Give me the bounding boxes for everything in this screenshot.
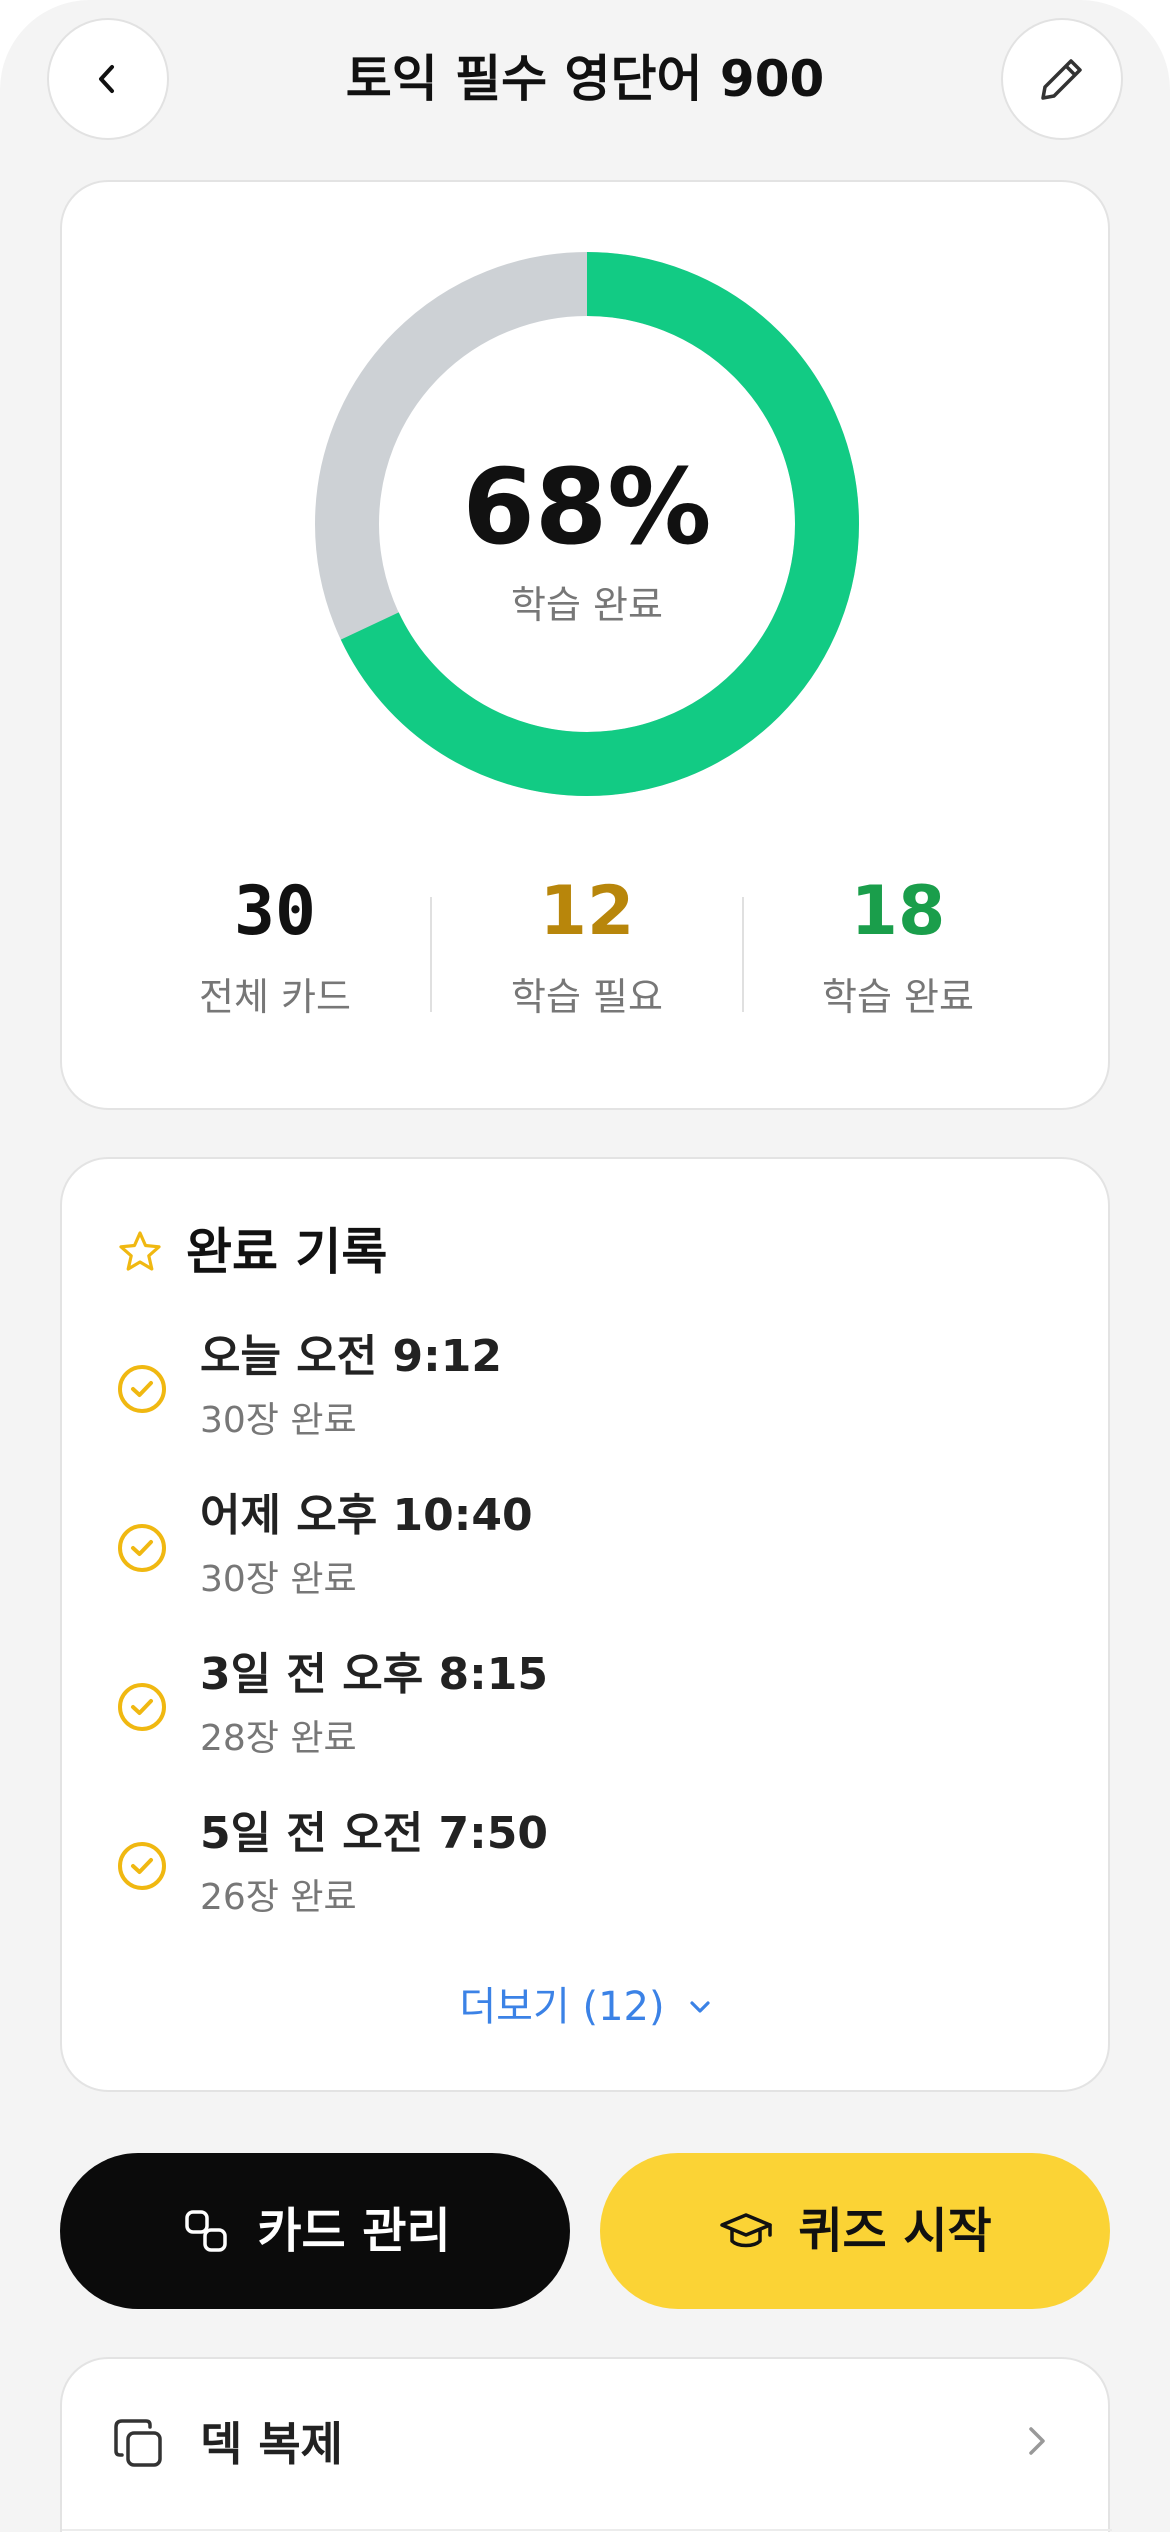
history-entry-count: 26장 완료	[200, 1877, 357, 1918]
check-circle-icon	[116, 1840, 168, 1896]
history-entry-count: 30장 완료	[200, 1559, 357, 1600]
screen: 토익 필수 영단어 900 68% 학습 완료 30 전체 카드 12 학습 필…	[0, 0, 1170, 2532]
history-entry-count: 30장 완료	[200, 1400, 357, 1441]
start-quiz-label: 퀴즈 시작	[798, 2203, 992, 2259]
copy-icon	[110, 2415, 168, 2473]
stat-total: 30 전체 카드	[145, 872, 405, 1022]
cards-link-icon	[179, 2204, 233, 2258]
history-entry-time: 어제 오후 10:40	[200, 1490, 533, 1541]
duplicate-deck-item[interactable]: 덱 복제	[62, 2359, 1112, 2529]
progress-card: 68% 학습 완료 30 전체 카드 12 학습 필요 18 학습 완료	[60, 180, 1110, 1110]
check-circle-icon	[116, 1363, 168, 1419]
history-entry-time: 오늘 오전 9:12	[200, 1331, 502, 1382]
history-entry-time: 3일 전 오후 8:15	[200, 1649, 548, 1700]
show-more-label: 더보기 (12)	[459, 1984, 665, 2030]
stat-completed-label: 학습 완료	[822, 975, 974, 1019]
stat-needs-study: 12 학습 필요	[457, 872, 717, 1022]
graduation-cap-icon	[718, 2203, 774, 2259]
back-button[interactable]	[47, 18, 169, 140]
chevron-down-icon	[685, 1992, 715, 2022]
progress-percent: 68%	[462, 446, 712, 568]
manage-cards-button[interactable]: 카드 관리	[60, 2153, 570, 2309]
deck-menu-card: 덱 복제	[60, 2357, 1112, 2532]
show-more-button[interactable]: 더보기 (12)	[62, 1979, 1112, 2035]
star-icon	[116, 1228, 164, 1276]
start-quiz-button[interactable]: 퀴즈 시작	[600, 2153, 1110, 2309]
history-title: 완료 기록	[186, 1223, 388, 1281]
progress-label: 학습 완료	[511, 583, 663, 627]
stat-completed: 18 학습 완료	[768, 872, 1028, 1022]
stat-completed-value: 18	[850, 872, 946, 951]
history-entry-time: 5일 전 오전 7:50	[200, 1808, 548, 1859]
history-header: 완료 기록	[116, 1217, 387, 1287]
page-title: 토익 필수 영단어 900	[345, 50, 825, 108]
edit-button[interactable]	[1001, 18, 1123, 140]
history-entry: 5일 전 오전 7:50 26장 완료	[116, 1804, 1016, 1954]
stat-needs-study-value: 12	[539, 872, 635, 951]
manage-cards-label: 카드 관리	[257, 2203, 451, 2259]
stat-needs-study-label: 학습 필요	[511, 975, 663, 1019]
history-entry: 오늘 오전 9:12 30장 완료	[116, 1327, 1016, 1477]
duplicate-deck-label: 덱 복제	[200, 2417, 343, 2471]
check-circle-icon	[116, 1681, 168, 1737]
stat-total-label: 전체 카드	[199, 975, 351, 1019]
completion-history-card: 완료 기록 오늘 오전 9:12 30장 완료 어제 오후 10:40 30장 …	[60, 1157, 1110, 2092]
pencil-icon	[1034, 51, 1090, 107]
divider	[430, 897, 432, 1012]
stat-total-value: 30	[234, 872, 316, 951]
chevron-left-icon	[88, 59, 128, 99]
history-entry: 어제 오후 10:40 30장 완료	[116, 1486, 1016, 1636]
history-entry-count: 28장 완료	[200, 1718, 357, 1759]
chevron-right-icon	[1016, 2421, 1056, 2461]
history-entry: 3일 전 오후 8:15 28장 완료	[116, 1645, 1016, 1795]
divider	[742, 897, 744, 1012]
divider	[62, 2529, 1112, 2531]
check-circle-icon	[116, 1522, 168, 1578]
